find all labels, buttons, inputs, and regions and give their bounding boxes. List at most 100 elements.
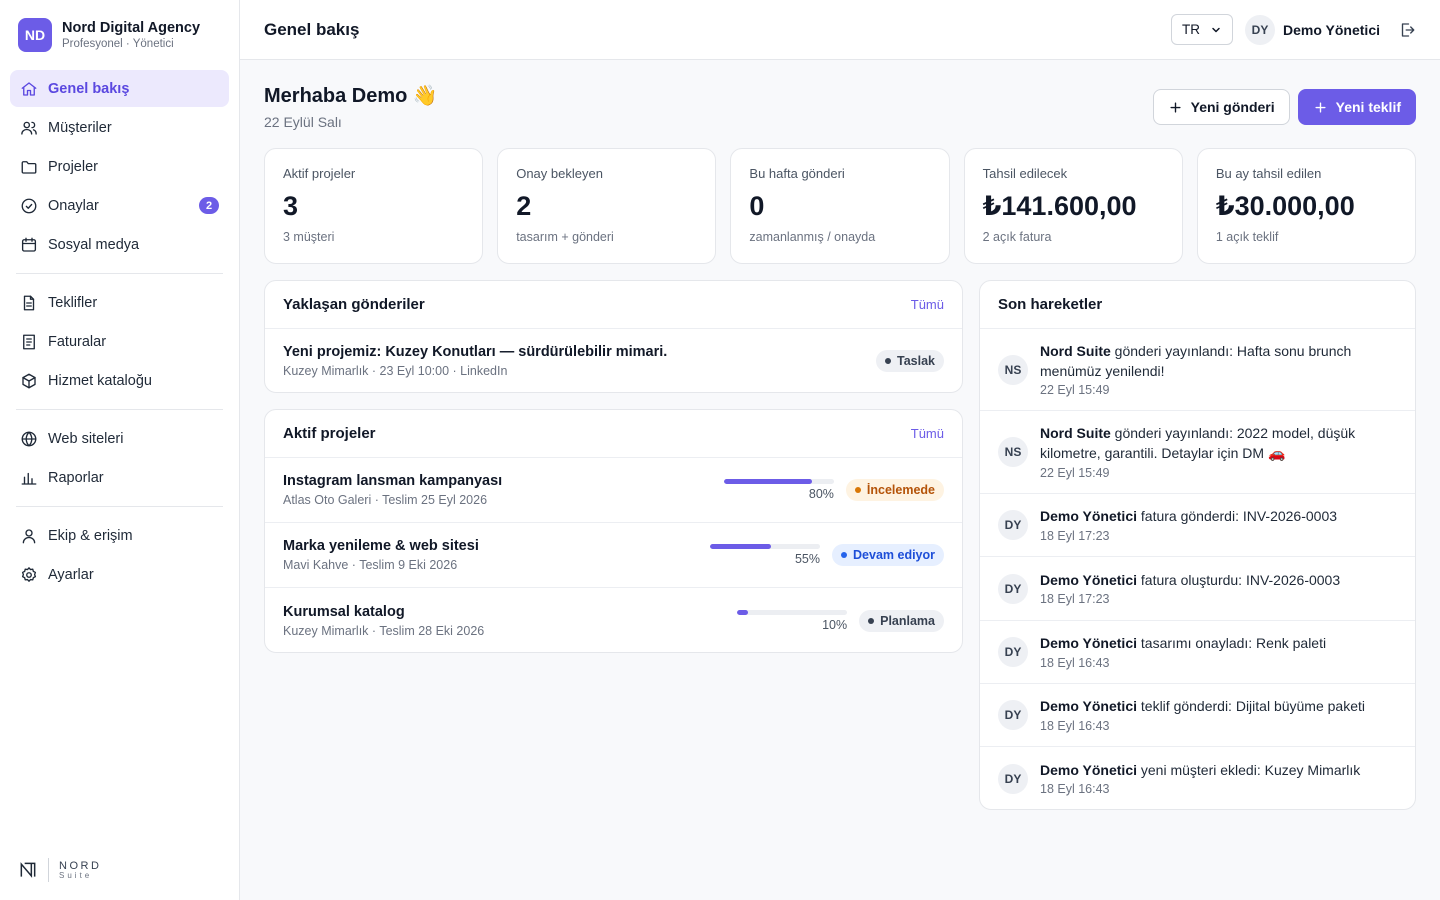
sidebar-item-invoices[interactable]: Faturalar bbox=[10, 323, 229, 360]
stat-card-posts-this-week[interactable]: Bu hafta gönderi 0 zamanlanmış / onayda bbox=[730, 148, 950, 264]
brand[interactable]: ND Nord Digital Agency Profesyonel · Yön… bbox=[0, 0, 239, 70]
status-badge: Devam ediyor bbox=[832, 544, 944, 566]
status-badge: İncelemede bbox=[845, 479, 944, 501]
stat-card-collected-this-month[interactable]: Bu ay tahsil edilen ₺30.000,00 1 açık te… bbox=[1196, 148, 1417, 264]
plus-icon bbox=[1170, 101, 1181, 113]
activity-actor: Demo Yönetici bbox=[1040, 761, 1137, 778]
list-item[interactable]: Yeni projemiz: Kuzey Konutları — sürdürü… bbox=[265, 329, 962, 392]
activity-description: tasarımı onayladı: Renk paleti bbox=[1137, 635, 1327, 652]
globe-icon bbox=[21, 431, 37, 446]
activity-actor: Nord Suite bbox=[1040, 342, 1111, 359]
status-dot bbox=[854, 487, 861, 493]
logout-icon[interactable] bbox=[1398, 21, 1416, 39]
sidebar-item-websites[interactable]: Web siteleri bbox=[10, 420, 229, 457]
user-icon bbox=[22, 528, 36, 543]
activity-text: Nord Suite gönderi yayınlandı: 2022 mode… bbox=[1040, 424, 1397, 463]
sidebar-item-label: Müşteriler bbox=[48, 119, 112, 136]
main-content: Merhaba Demo 👋 22 Eylül Salı Yeni gönder… bbox=[264, 60, 1417, 810]
avatar: DY bbox=[998, 573, 1028, 604]
post-title: Yeni projemiz: Kuzey Konutları — sürdürü… bbox=[283, 343, 668, 360]
stat-subtext: 1 açık teklif bbox=[1215, 230, 1279, 244]
card-title: Son hareketler bbox=[998, 296, 1103, 313]
language-select[interactable]: TR bbox=[1171, 14, 1233, 45]
stat-label: Bu ay tahsil edilen bbox=[1215, 166, 1322, 181]
sidebar-item-social-media[interactable]: Sosyal medya bbox=[10, 226, 229, 263]
activity-text: Demo Yönetici fatura gönderdi: INV-2026-… bbox=[1040, 507, 1337, 527]
activity-item: DY Demo Yönetici fatura oluşturdu: INV-2… bbox=[980, 557, 1415, 621]
progress-percent: 80% bbox=[808, 487, 834, 501]
stat-label: Aktif projeler bbox=[283, 166, 356, 181]
stat-card-active-projects[interactable]: Aktif projeler 3 3 müşteri bbox=[264, 148, 484, 264]
sidebar-item-approvals[interactable]: Onaylar 2 bbox=[10, 187, 229, 224]
sidebar-item-overview[interactable]: Genel bakış bbox=[10, 70, 229, 107]
activity-time: 22 Eyl 15:49 bbox=[1040, 465, 1110, 480]
calendar-icon bbox=[21, 237, 37, 252]
status-label: Taslak bbox=[897, 353, 935, 368]
sidebar-item-label: Ekip & erişim bbox=[48, 527, 133, 544]
progress-track bbox=[723, 479, 834, 484]
card-header: Yaklaşan gönderiler Tümü bbox=[265, 281, 962, 329]
project-meta: Kuzey Mimarlık · Teslim 28 Eki 2026 bbox=[283, 623, 485, 638]
sidebar-item-offers[interactable]: Teklifler bbox=[10, 284, 229, 321]
nav-divider bbox=[16, 409, 223, 410]
activity-text: Demo Yönetici fatura oluşturdu: INV-2026… bbox=[1040, 571, 1340, 591]
stat-label: Bu hafta gönderi bbox=[749, 166, 845, 181]
view-all-projects-link[interactable]: Tümü bbox=[911, 426, 944, 441]
activity-description: teklif gönderdi: Dijital büyüme paketi bbox=[1137, 698, 1366, 715]
greeting-title: Merhaba Demo 👋 bbox=[264, 85, 438, 107]
sidebar-item-label: Hizmet kataloğu bbox=[48, 372, 152, 389]
progress-fill bbox=[723, 479, 812, 484]
brand-name: Nord Digital Agency bbox=[62, 20, 201, 36]
activity-time: 18 Eyl 17:23 bbox=[1040, 528, 1110, 543]
status-dot bbox=[841, 552, 848, 558]
user-menu[interactable]: DY Demo Yönetici bbox=[1245, 14, 1380, 45]
card-title: Yaklaşan gönderiler bbox=[283, 296, 425, 313]
stat-card-receivable[interactable]: Tahsil edilecek ₺141.600,00 2 açık fatur… bbox=[963, 148, 1183, 264]
stat-value: 2 bbox=[516, 191, 532, 221]
stat-card-pending-approval[interactable]: Onay bekleyen 2 tasarım + gönderi bbox=[497, 148, 717, 264]
project-row[interactable]: Instagram lansman kampanyası Atlas Oto G… bbox=[265, 458, 962, 523]
sidebar-item-label: Web siteleri bbox=[48, 430, 124, 447]
activity-item: NS Nord Suite gönderi yayınlandı: 2022 m… bbox=[980, 411, 1415, 494]
status-badge: Planlama bbox=[859, 609, 944, 632]
activity-time: 18 Eyl 16:43 bbox=[1040, 655, 1110, 670]
stat-value: 0 bbox=[749, 191, 765, 221]
status-dot bbox=[885, 357, 891, 364]
project-row[interactable]: Kurumsal katalog Kuzey Mimarlık · Teslim… bbox=[265, 588, 962, 652]
activity-time: 18 Eyl 17:23 bbox=[1040, 592, 1110, 607]
view-all-posts-link[interactable]: Tümü bbox=[911, 297, 944, 312]
status-label: Planlama bbox=[880, 613, 935, 628]
project-title: Instagram lansman kampanyası bbox=[283, 473, 503, 489]
greeting-row: Merhaba Demo 👋 22 Eylül Salı Yeni gönder… bbox=[264, 60, 1416, 148]
new-offer-button[interactable]: Yeni teklif bbox=[1297, 89, 1416, 125]
progress-track bbox=[737, 609, 848, 615]
approvals-count-badge: 2 bbox=[199, 197, 219, 214]
sidebar-item-reports[interactable]: Raporlar bbox=[10, 459, 229, 496]
greeting-date: 22 Eylül Salı bbox=[264, 114, 342, 130]
upcoming-posts-card: Yaklaşan gönderiler Tümü Yeni projemiz: … bbox=[264, 280, 963, 393]
activity-description: yeni müşteri ekledi: Kuzey Mimarlık bbox=[1137, 761, 1361, 778]
box-icon bbox=[22, 373, 36, 388]
avatar: DY bbox=[998, 637, 1028, 667]
brand-subtitle: Profesyonel · Yönetici bbox=[62, 38, 174, 50]
activity-text: Nord Suite gönderi yayınlandı: Hafta son… bbox=[1040, 342, 1397, 381]
avatar: DY bbox=[998, 763, 1028, 794]
avatar: NS bbox=[998, 354, 1028, 385]
sidebar-item-team-access[interactable]: Ekip & erişim bbox=[10, 517, 229, 554]
project-row[interactable]: Marka yenileme & web sitesi Mavi Kahve ·… bbox=[265, 523, 962, 588]
avatar: DY bbox=[998, 510, 1028, 540]
progress-fill bbox=[737, 609, 749, 615]
topbar: Genel bakış TR DY Demo Yönetici bbox=[240, 0, 1440, 60]
activity-item: DY Demo Yönetici tasarımı onayladı: Renk… bbox=[980, 621, 1415, 684]
stat-value: ₺30.000,00 bbox=[1215, 191, 1355, 221]
sidebar-item-projects[interactable]: Projeler bbox=[10, 148, 229, 185]
new-post-button[interactable]: Yeni gönderi bbox=[1152, 89, 1290, 125]
activity-actor: Demo Yönetici bbox=[1040, 635, 1137, 652]
sidebar-item-customers[interactable]: Müşteriler bbox=[10, 109, 229, 146]
project-meta: Atlas Oto Galeri · Teslim 25 Eyl 2026 bbox=[283, 493, 488, 507]
sidebar-item-label: Onaylar bbox=[48, 197, 99, 214]
home-icon bbox=[21, 81, 37, 96]
sidebar-item-settings[interactable]: Ayarlar bbox=[10, 556, 229, 593]
nav-divider bbox=[16, 506, 223, 507]
sidebar-item-service-catalog[interactable]: Hizmet kataloğu bbox=[10, 362, 229, 399]
